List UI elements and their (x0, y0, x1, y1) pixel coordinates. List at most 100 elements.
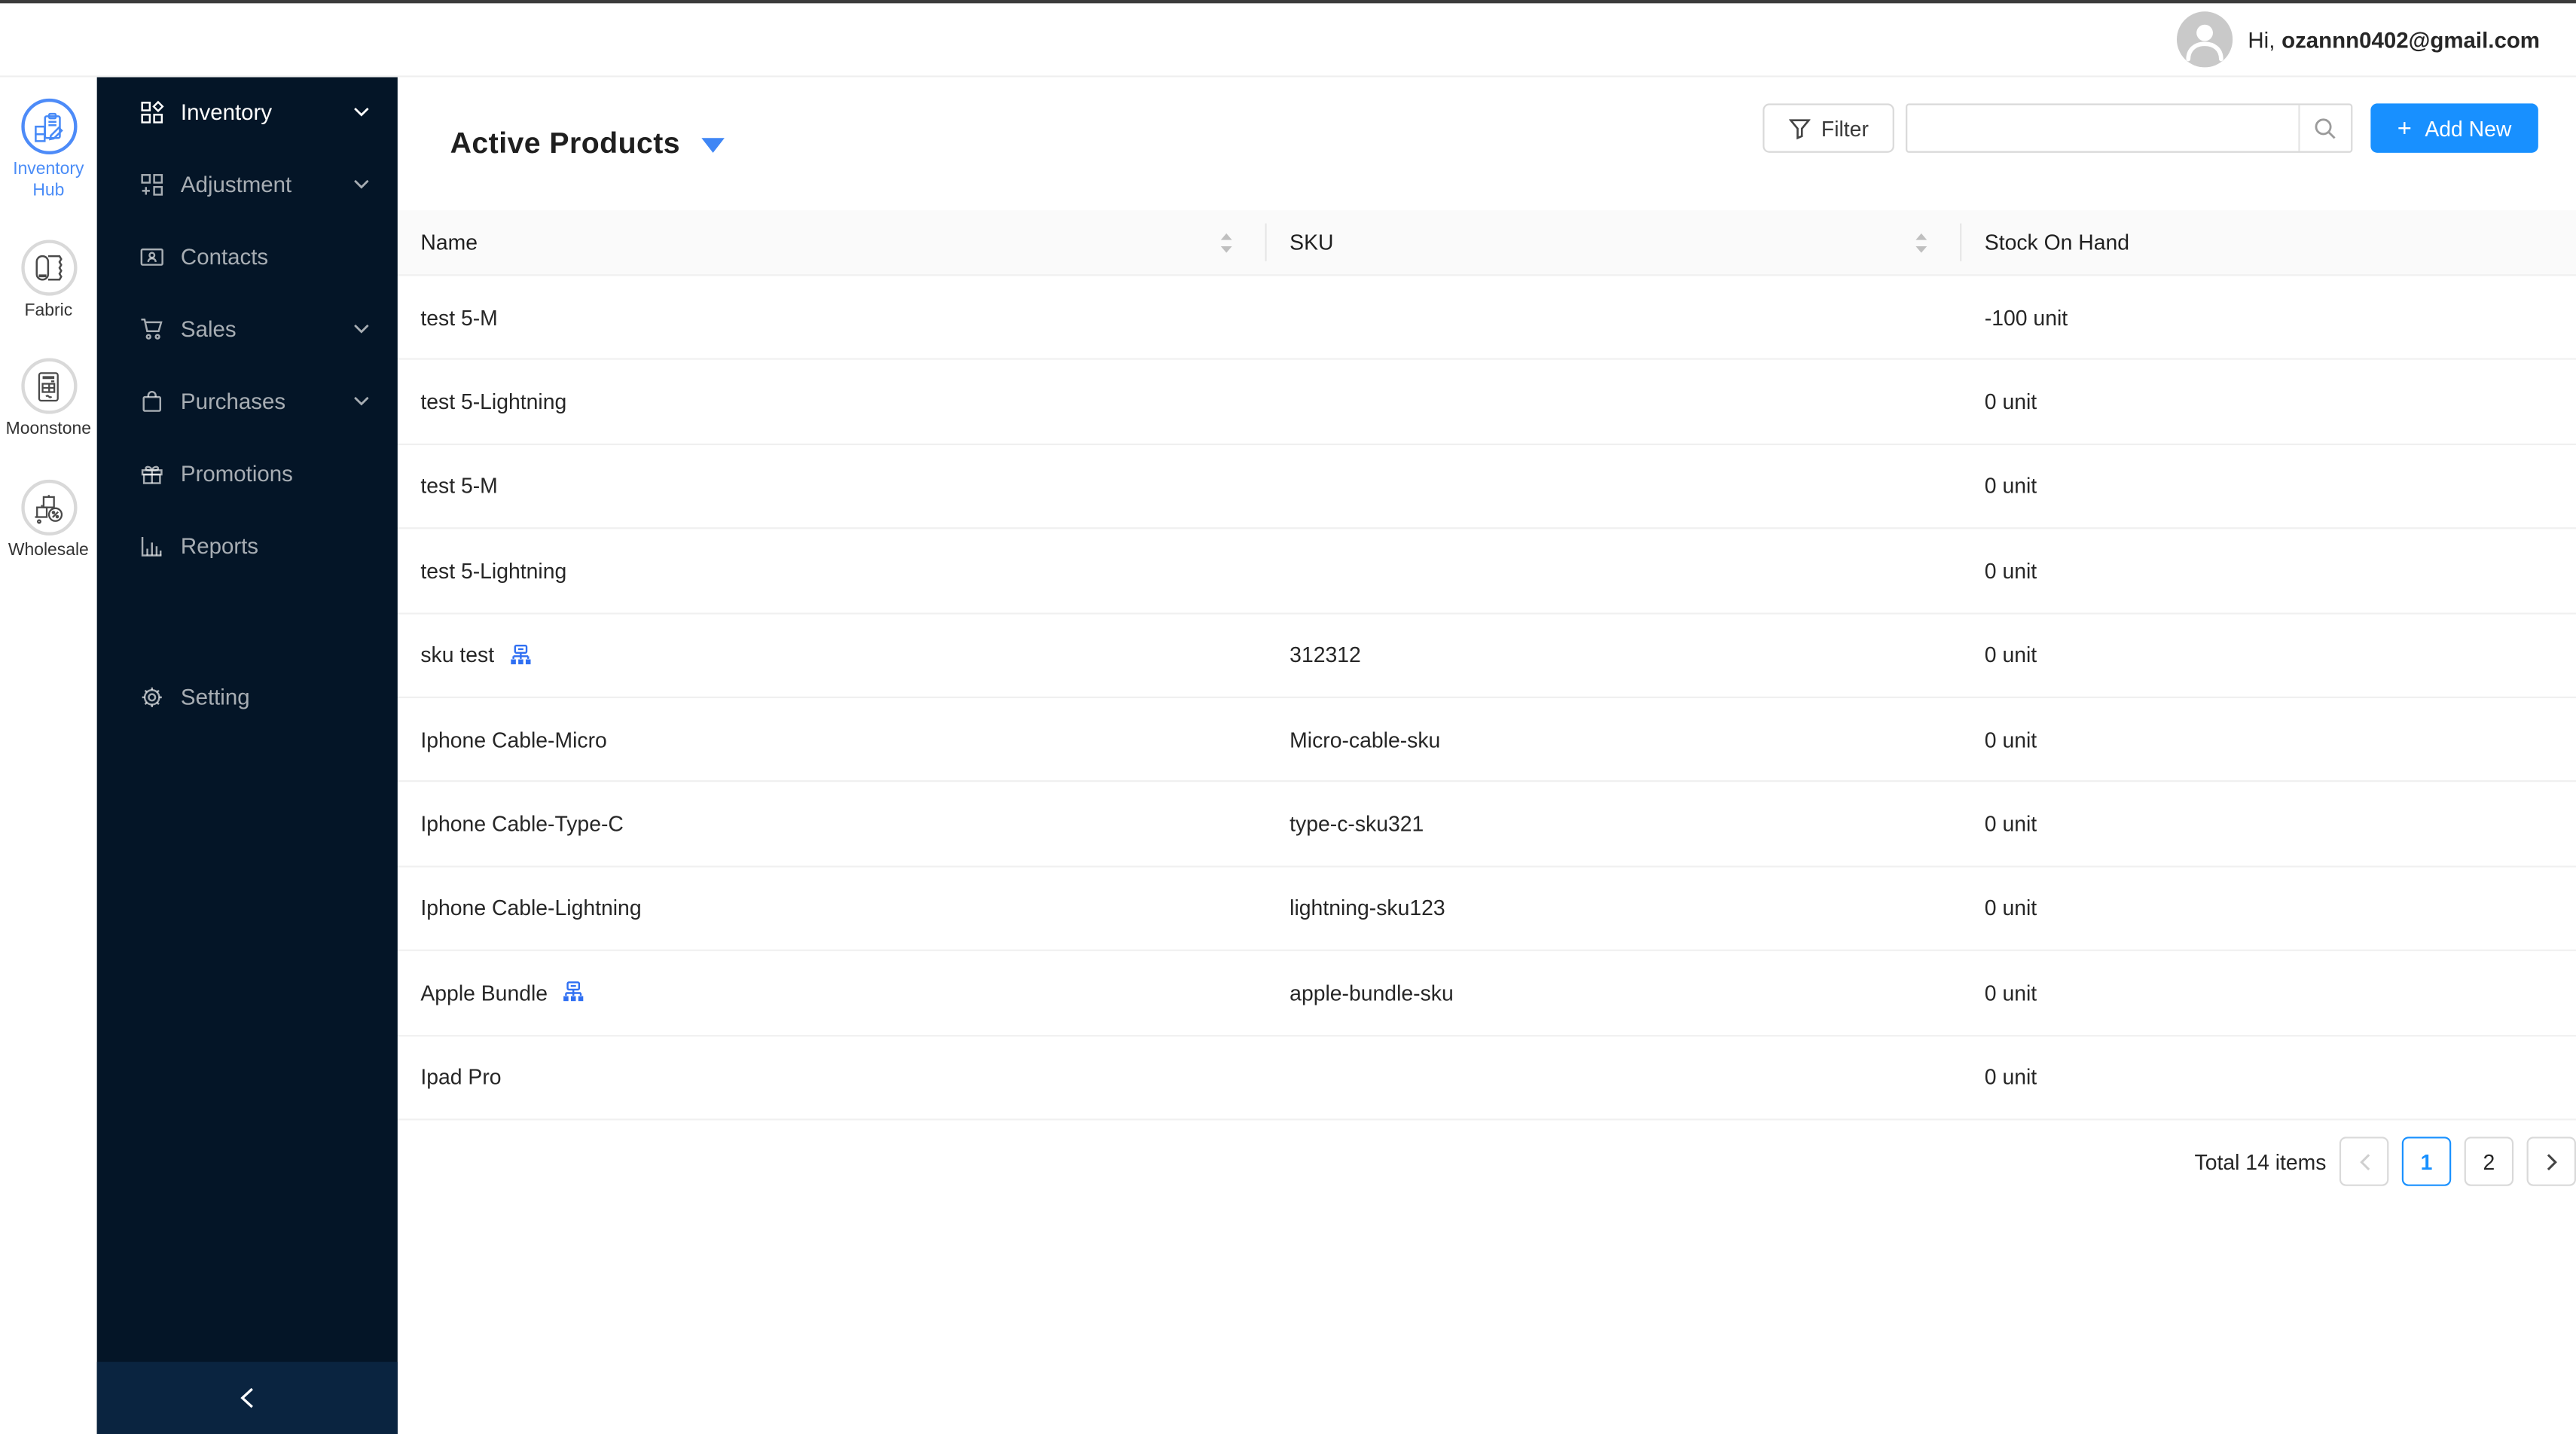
table-row[interactable]: sku test 312312 0 unit (397, 614, 2576, 698)
cluster-icon (509, 643, 533, 667)
sidebar-item-purchases[interactable]: Purchases (97, 365, 398, 437)
sidebar-item-promotions[interactable]: Promotions (97, 437, 398, 509)
sidebar-item-reports[interactable]: Reports (97, 509, 398, 581)
product-name: Iphone Cable-Lightning (420, 895, 642, 921)
topbar: Hi, ozannn0402@gmail.com (0, 0, 2576, 78)
column-header-stock: Stock On Hand (1984, 230, 2130, 255)
product-name: test 5-M (420, 305, 498, 330)
adjustment-grid-icon (139, 172, 164, 197)
sidebar-item-label: Adjustment (180, 171, 292, 197)
chevron-down-icon (353, 107, 370, 117)
stock-on-hand: 0 unit (1984, 1064, 2037, 1090)
funnel-icon (1788, 118, 1810, 139)
product-name: Ipad Pro (420, 1064, 502, 1090)
sidebar-item-label: Setting (180, 684, 250, 709)
pagination-page-2[interactable]: 2 (2464, 1137, 2514, 1186)
user-email: ozannn0402@gmail.com (2281, 26, 2541, 52)
sidebar-item-label: Promotions (180, 460, 293, 486)
app-rail: Inventory Hub Fabric Moonstone Wholesale (0, 75, 99, 1434)
table-row[interactable]: test 5-M -100 unit (397, 276, 2576, 361)
cluster-icon (563, 981, 586, 1005)
product-sku: Micro-cable-sku (1290, 727, 1441, 752)
bag-icon (139, 389, 164, 413)
pagination-page-1[interactable]: 1 (2401, 1137, 2452, 1186)
gift-icon (139, 461, 164, 486)
table-row[interactable]: Iphone Cable-Lightning lightning-sku123 … (397, 867, 2576, 952)
pagination-prev-button[interactable] (2339, 1137, 2389, 1186)
sidebar-item-label: Reports (180, 532, 259, 558)
product-name: Apple Bundle (420, 980, 548, 1005)
rail-app-fabric[interactable]: Fabric (0, 240, 97, 322)
stock-on-hand: 0 unit (1984, 980, 2037, 1005)
invoice-icon (20, 358, 77, 414)
table-row[interactable]: Iphone Cable-Type-C type-c-sku321 0 unit (397, 783, 2576, 868)
stock-on-hand: 0 unit (1984, 558, 2037, 583)
sidebar-menu: Inventory Adjustment Contacts Sales Purc… (97, 75, 398, 732)
product-name: test 5-Lightning (420, 558, 567, 583)
user-menu[interactable]: Hi, ozannn0402@gmail.com (2177, 3, 2541, 75)
column-header-sku[interactable]: SKU (1267, 210, 1962, 274)
search-button[interactable] (2298, 105, 2351, 151)
table-row[interactable]: Iphone Cable-Micro Micro-cable-sku 0 uni… (397, 698, 2576, 783)
page-title: Active Products (450, 125, 681, 159)
user-greeting: Hi, ozannn0402@gmail.com (2248, 26, 2541, 52)
sidebar-item-sales[interactable]: Sales (97, 292, 398, 365)
wholesale-boxes-icon (20, 479, 77, 536)
sidebar-item-label: Sales (180, 316, 237, 341)
sort-carets-icon[interactable] (1914, 232, 1929, 253)
product-name: sku test (420, 642, 495, 668)
table-row[interactable]: Apple Bundle apple-bundle-sku 0 unit (397, 951, 2576, 1036)
rail-app-moonstone[interactable]: Moonstone (0, 358, 97, 440)
stock-on-hand: 0 unit (1984, 642, 2037, 668)
stock-on-hand: 0 unit (1984, 811, 2037, 837)
products-table: Name SKU Stock On Hand test 5-M -100 uni… (397, 210, 2576, 1121)
stock-on-hand: -100 unit (1984, 305, 2068, 330)
sidebar-item-label: Purchases (180, 388, 286, 413)
appstore-icon (139, 99, 164, 124)
pagination: Total 14 items 1 2 (398, 1137, 2576, 1186)
stock-on-hand: 0 unit (1984, 727, 2037, 752)
chevron-down-icon (353, 179, 370, 189)
sidebar-item-inventory[interactable]: Inventory (97, 75, 398, 148)
add-new-button[interactable]: + Add New (2370, 103, 2538, 153)
chevron-right-icon (2546, 1153, 2556, 1170)
sidebar-item-contacts[interactable]: Contacts (97, 220, 398, 292)
window-top-strip (0, 0, 2576, 4)
rail-app-label: Wholesale (8, 540, 89, 560)
cart-icon (139, 316, 164, 341)
table-row[interactable]: test 5-Lightning 0 unit (397, 529, 2576, 614)
caret-down-icon[interactable] (701, 138, 725, 153)
sidebar-collapse-trigger[interactable] (96, 1362, 398, 1434)
table-header: Name SKU Stock On Hand (397, 210, 2576, 276)
rail-app-label: Moonstone (5, 419, 91, 439)
product-name: Iphone Cable-Type-C (420, 811, 624, 837)
product-name: Iphone Cable-Micro (420, 727, 607, 752)
column-header-name[interactable]: Name (398, 210, 1267, 274)
contact-card-icon (139, 244, 164, 269)
product-sku: apple-bundle-sku (1290, 980, 1454, 1005)
product-name: test 5-Lightning (420, 389, 567, 414)
toolbar: Filter + Add New (1763, 103, 2538, 153)
filter-button[interactable]: Filter (1763, 103, 1894, 153)
table-row[interactable]: test 5-M 0 unit (397, 445, 2576, 529)
rail-app-wholesale[interactable]: Wholesale (0, 479, 97, 562)
search-icon (2315, 117, 2336, 139)
chevron-left-icon (2359, 1153, 2370, 1170)
inventory-hub-icon (20, 98, 77, 155)
stock-on-hand: 0 unit (1984, 895, 2037, 921)
search-input[interactable] (1907, 105, 2299, 151)
sidebar-item-label: Contacts (180, 243, 269, 269)
sidebar-item-adjustment[interactable]: Adjustment (97, 148, 398, 220)
search-box (1906, 103, 2353, 153)
table-row[interactable]: test 5-Lightning 0 unit (397, 361, 2576, 445)
rail-app-inventory-hub[interactable]: Inventory Hub (0, 98, 97, 202)
pagination-total: Total 14 items (2194, 1149, 2327, 1174)
sidebar-item-setting[interactable]: Setting (97, 661, 398, 733)
chevron-down-icon (353, 324, 370, 334)
table-row[interactable]: Ipad Pro 0 unit (397, 1036, 2576, 1121)
bar-chart-icon (139, 533, 164, 558)
sort-carets-icon[interactable] (1219, 232, 1234, 253)
sidebar: Inventory Adjustment Contacts Sales Purc… (96, 75, 398, 1434)
chevron-left-icon (240, 1387, 253, 1408)
pagination-next-button[interactable] (2526, 1137, 2576, 1186)
